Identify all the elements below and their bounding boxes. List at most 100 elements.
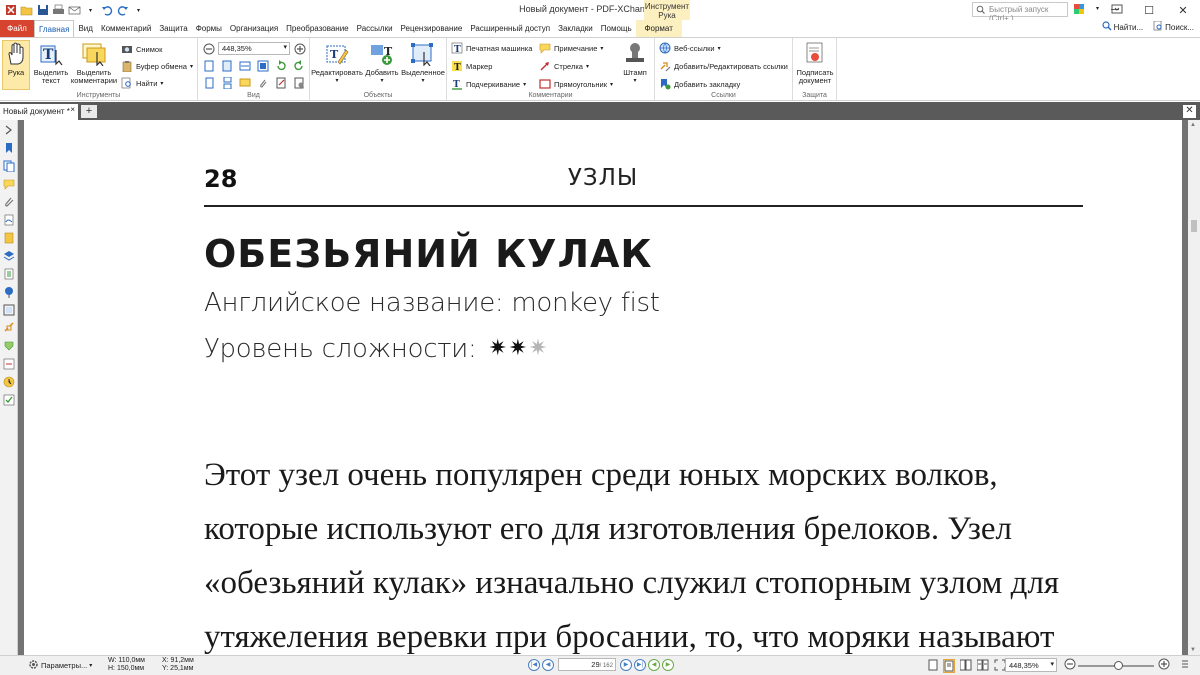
new-tab-button[interactable]: + bbox=[81, 105, 97, 118]
fit-page-icon[interactable] bbox=[221, 60, 233, 72]
palette-icon[interactable] bbox=[1072, 2, 1085, 15]
scroll-up-icon[interactable]: ▲ bbox=[1190, 122, 1196, 128]
content-panel-icon[interactable] bbox=[3, 232, 15, 244]
optimize-panel-icon[interactable] bbox=[3, 358, 15, 370]
print-icon[interactable] bbox=[52, 4, 65, 17]
underline-button[interactable]: T Подчеркивание ▾ bbox=[451, 78, 526, 90]
layers-panel-icon[interactable] bbox=[3, 250, 15, 262]
arrow-button[interactable]: Стрелка ▾ bbox=[539, 60, 589, 72]
minimize-button[interactable]: ─ bbox=[1098, 0, 1132, 20]
typewriter-button[interactable]: T Печатная машинка bbox=[451, 42, 532, 54]
continuous-view-icon[interactable] bbox=[943, 659, 955, 673]
status-menu-icon[interactable] bbox=[1180, 658, 1190, 670]
scroll-down-icon[interactable]: ▼ bbox=[1190, 647, 1196, 653]
note-button[interactable]: Примечание ▾ bbox=[539, 42, 603, 54]
status-zoom-out-icon[interactable] bbox=[1064, 658, 1076, 670]
add-bookmark-button[interactable]: Добавить закладку bbox=[659, 78, 740, 90]
tab-bookmarks[interactable]: Закладки bbox=[554, 20, 597, 37]
add-edit-links-button[interactable]: Добавить/Редактировать ссылки bbox=[659, 60, 788, 72]
scroll-thumb[interactable] bbox=[1191, 220, 1197, 232]
params-button[interactable]: Параметры... ▾ bbox=[28, 659, 92, 672]
undo-icon[interactable] bbox=[100, 4, 113, 17]
two-page-view-icon[interactable] bbox=[959, 659, 972, 673]
sign-document-button[interactable]: Подписать документ bbox=[795, 41, 835, 85]
snapshot-button[interactable]: Снимок bbox=[121, 43, 162, 55]
hand-tool-button[interactable]: Рука bbox=[2, 40, 30, 90]
find-button[interactable]: Найти... bbox=[1102, 21, 1143, 33]
tab-view[interactable]: Вид bbox=[74, 20, 96, 37]
select-comments-button[interactable]: Выделить комментарии bbox=[70, 41, 118, 85]
prev-page-icon[interactable]: ◀ bbox=[542, 658, 554, 671]
tab-organize[interactable]: Организация bbox=[226, 20, 282, 37]
tab-convert[interactable]: Преобразование bbox=[282, 20, 352, 37]
comments-panel-icon[interactable] bbox=[3, 178, 15, 190]
page-number-input[interactable]: 29/ 162 bbox=[558, 658, 616, 671]
page-props-icon[interactable] bbox=[293, 77, 305, 89]
rotate-left-icon[interactable] bbox=[275, 60, 287, 72]
redo-icon[interactable] bbox=[116, 4, 129, 17]
articles-panel-icon[interactable] bbox=[3, 304, 15, 316]
tab-comment[interactable]: Комментарий bbox=[97, 20, 155, 37]
two-page-continuous-icon[interactable] bbox=[976, 659, 989, 673]
tab-format[interactable]: Формат bbox=[635, 20, 682, 37]
open-folder-icon[interactable] bbox=[20, 4, 33, 17]
zoom-slider-knob[interactable] bbox=[1114, 661, 1123, 670]
single-page-view-icon[interactable] bbox=[928, 659, 938, 673]
last-page-icon[interactable]: ▶| bbox=[634, 658, 646, 671]
check-panel-icon[interactable] bbox=[3, 394, 15, 406]
close-window-button[interactable]: ✕ bbox=[1166, 0, 1200, 20]
rectangle-button[interactable]: Прямоугольник ▾ bbox=[539, 78, 613, 90]
back-view-icon[interactable]: ◀ bbox=[648, 658, 660, 671]
tab-help[interactable]: Помощь bbox=[597, 20, 636, 37]
fit-width-icon[interactable] bbox=[239, 60, 251, 72]
tab-mailings[interactable]: Рассылки bbox=[353, 20, 397, 37]
tab-advanced-share[interactable]: Расширенный доступ bbox=[466, 20, 554, 37]
web-links-button[interactable]: Веб-ссылки ▾ bbox=[659, 42, 721, 54]
fit-visible-icon[interactable] bbox=[257, 60, 269, 72]
add-object-button[interactable]: T Добавить ▾ bbox=[364, 41, 400, 85]
email-icon[interactable] bbox=[68, 4, 81, 17]
close-icon[interactable]: × bbox=[70, 105, 75, 114]
tab-file[interactable]: Файл bbox=[0, 20, 34, 37]
next-page-icon[interactable]: ▶ bbox=[620, 658, 632, 671]
links-panel-icon[interactable] bbox=[3, 322, 15, 334]
properties-panel-icon[interactable] bbox=[3, 376, 15, 388]
tab-protect[interactable]: Защита bbox=[155, 20, 191, 37]
single-page-icon[interactable] bbox=[203, 77, 215, 89]
status-zoom-in-icon[interactable] bbox=[1158, 658, 1170, 670]
page-edit-icon[interactable] bbox=[275, 77, 287, 89]
tab-forms[interactable]: Формы bbox=[192, 20, 226, 37]
chevron-down-icon[interactable]: ▾ bbox=[84, 4, 97, 17]
actual-size-icon[interactable] bbox=[203, 60, 215, 72]
fields-panel-icon[interactable] bbox=[3, 340, 15, 352]
find-tool-button[interactable]: Найти ▾ bbox=[121, 77, 163, 89]
close-document-button[interactable]: ✕ bbox=[1183, 105, 1196, 118]
marker-button[interactable]: T Маркер bbox=[451, 60, 492, 72]
document-tab[interactable]: Новый документ * × bbox=[0, 104, 78, 120]
save-icon[interactable] bbox=[36, 4, 49, 17]
edit-button[interactable]: T Редактировать ▾ bbox=[311, 41, 363, 85]
attachments-panel-icon[interactable] bbox=[3, 196, 15, 208]
quick-launch-input[interactable]: Быстрый запуск (Ctrl+.) bbox=[972, 2, 1068, 23]
vertical-scrollbar[interactable]: ▲ ▼ bbox=[1188, 120, 1200, 655]
selected-object-button[interactable]: Выделенное ▾ bbox=[400, 41, 446, 85]
comment-view-icon[interactable] bbox=[239, 77, 251, 89]
destinations-panel-icon[interactable] bbox=[3, 286, 15, 298]
forward-view-icon[interactable]: ▶ bbox=[662, 658, 674, 671]
thumbnails-panel-icon[interactable] bbox=[3, 160, 15, 173]
bookmarks-panel-icon[interactable] bbox=[3, 142, 15, 154]
zoom-out-button[interactable] bbox=[203, 43, 215, 55]
rotate-right-icon[interactable] bbox=[293, 60, 305, 72]
first-page-icon[interactable]: |◀ bbox=[528, 658, 540, 671]
zoom-select[interactable]: 448,35% ▾ bbox=[218, 42, 290, 55]
collapse-panel-icon[interactable] bbox=[3, 124, 15, 136]
stamp-button[interactable]: Штамп ▾ bbox=[619, 41, 651, 85]
chevron-down-icon[interactable]: ▾ bbox=[132, 4, 145, 17]
select-text-button[interactable]: T Выделить текст bbox=[32, 41, 70, 85]
status-zoom-select[interactable]: 448,35% ▾ bbox=[1005, 658, 1057, 672]
search-button[interactable]: Поиск... bbox=[1153, 20, 1194, 33]
zoom-in-button[interactable] bbox=[294, 43, 306, 55]
tags-panel-icon[interactable] bbox=[3, 268, 15, 280]
maximize-button[interactable]: ☐ bbox=[1132, 0, 1166, 20]
zoom-slider[interactable] bbox=[1078, 661, 1154, 670]
